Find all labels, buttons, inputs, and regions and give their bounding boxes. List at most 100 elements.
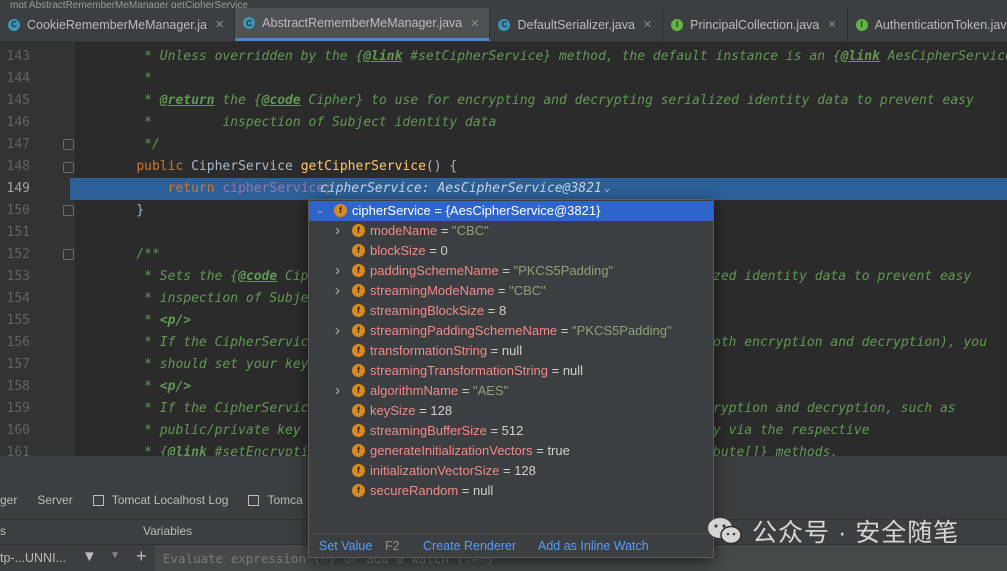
filter-icon[interactable]: ▼ (82, 548, 97, 565)
line-number: 153 (6, 269, 30, 284)
popup-field-row[interactable]: f transformationString = null (309, 341, 713, 361)
field-icon: f (352, 464, 365, 477)
variables-title: Variables (143, 524, 193, 538)
field-value: "PKCS5Padding" (513, 263, 614, 278)
code-text: * Unless overridden by the {@link #setCi… (105, 49, 1007, 64)
line-number: 156 (6, 335, 30, 350)
line-number: 160 (6, 423, 30, 438)
debugger-tabs: ger Server Tomcat Localhost Log Tomca (0, 486, 313, 514)
close-icon[interactable]: ✕ (643, 18, 652, 31)
add-watch-icon[interactable]: + (136, 546, 147, 567)
field-value: "CBC" (452, 223, 489, 238)
code-line[interactable]: 146 * inspection of Subject identity dat… (0, 112, 1007, 134)
field-name: generateInitializationVectors (370, 443, 533, 458)
code-text: /** (105, 247, 160, 262)
fold-marker-icon[interactable] (63, 205, 74, 216)
code-text: * public/private key pair (105, 423, 340, 438)
close-icon[interactable]: ✕ (215, 18, 224, 31)
code-line[interactable]: 149 return cipherService; cipherService: … (0, 178, 1007, 200)
log-icon (92, 494, 104, 506)
popup-field-row[interactable]: f blockSize = 0 (309, 241, 713, 261)
popup-field-row[interactable]: › f paddingSchemeName = "PKCS5Padding" (309, 261, 713, 281)
chevron-down-icon[interactable]: ⌄ (316, 201, 324, 221)
code-text: } (105, 203, 145, 218)
field-icon: f (352, 264, 365, 277)
field-icon: f (334, 204, 347, 217)
line-number: 161 (6, 445, 30, 456)
field-name: streamingBlockSize (370, 303, 485, 318)
tab-authentication-token[interactable]: I AuthenticationToken.java ✕ (848, 8, 1007, 41)
add-inline-watch-link[interactable]: Add as Inline Watch (538, 539, 649, 553)
popup-field-row[interactable]: f streamingTransformationString = null (309, 361, 713, 381)
popup-field-row[interactable]: f streamingBlockSize = 8 (309, 301, 713, 321)
tab-tomcat-localhost-log[interactable]: Tomcat Localhost Log (83, 493, 239, 507)
code-text-fragment: bute[]} methods. (713, 445, 839, 456)
popup-field-row[interactable]: f secureRandom = null (309, 481, 713, 501)
interface-icon: I (855, 18, 868, 31)
create-renderer-link[interactable]: Create Renderer (423, 539, 516, 553)
popup-field-row[interactable]: f generateInitializationVectors = true (309, 441, 713, 461)
popup-field-row[interactable]: › f modeName = "CBC" (309, 221, 713, 241)
watermark: 公众号 · 安全随笔 (706, 514, 959, 548)
tab-debugger[interactable]: ger (0, 493, 27, 507)
chevron-right-icon[interactable]: › (335, 321, 340, 341)
line-number: 145 (6, 93, 30, 108)
line-number: 150 (6, 203, 30, 218)
code-text: * (105, 71, 152, 86)
code-line[interactable]: 143 * Unless overridden by the {@link #s… (0, 46, 1007, 68)
code-text: * {@link #setEncryptionCi (105, 445, 340, 456)
code-line[interactable]: 145 * @return the {@code Cipher} to use … (0, 90, 1007, 112)
line-number: 147 (6, 137, 30, 152)
chevron-right-icon[interactable]: › (335, 221, 340, 241)
wechat-icon (708, 518, 742, 545)
line-number: 159 (6, 401, 30, 416)
popup-field-row[interactable]: › f algorithmName = "AES" (309, 381, 713, 401)
popup-field-row[interactable]: f initializationVectorSize = 128 (309, 461, 713, 481)
code-text-fragment: zed identity data to prevent easy (713, 269, 972, 284)
field-name: keySize (370, 403, 416, 418)
popup-field-row[interactable]: › f streamingModeName = "CBC" (309, 281, 713, 301)
tab-default-serializer[interactable]: C DefaultSerializer.java ✕ (490, 8, 664, 41)
fold-marker-icon[interactable] (63, 162, 74, 173)
code-line[interactable]: 148 public CipherService getCipherServic… (0, 156, 1007, 178)
chevron-right-icon[interactable]: › (335, 261, 340, 281)
field-value: "CBC" (509, 283, 546, 298)
code-line[interactable]: 147 */ (0, 134, 1007, 156)
tab-cookie-remember-me-manager[interactable]: C CookieRememberMeManager.ja ✕ (0, 8, 236, 41)
thread-selector[interactable]: tp-...UNNI... (0, 551, 66, 565)
code-text: * @return the {@code Cipher} to use for … (105, 93, 974, 108)
field-value: "PKCS5Padding" (571, 323, 672, 338)
chevron-right-icon[interactable]: › (335, 281, 340, 301)
field-name: modeName (370, 223, 438, 238)
field-value: null (472, 483, 494, 498)
field-icon: f (352, 404, 365, 417)
close-icon[interactable]: ✕ (470, 17, 479, 30)
popup-field-row[interactable]: f keySize = 128 (309, 401, 713, 421)
tab-server[interactable]: Server (27, 493, 82, 507)
field-name: transformationString (370, 343, 488, 358)
fold-marker-icon[interactable] (63, 139, 74, 150)
code-text: public CipherService getCipherService() … (136, 159, 458, 174)
chevron-down-icon[interactable]: ▼ (110, 550, 120, 561)
field-value: "AES" (472, 383, 509, 398)
popup-root-row[interactable]: ⌄ f cipherService = {AesCipherService@38… (309, 201, 713, 221)
field-icon: f (352, 364, 365, 377)
field-icon: f (352, 324, 365, 337)
set-value-link[interactable]: Set Value (319, 539, 372, 553)
inline-debug-value[interactable]: cipherService: AesCipherService@3821 (320, 178, 602, 200)
code-line[interactable]: 144 * (0, 68, 1007, 90)
tab-principal-collection[interactable]: I PrincipalCollection.java ✕ (663, 8, 848, 41)
popup-field-row[interactable]: › f streamingPaddingSchemeName = "PKCS5Pad… (309, 321, 713, 341)
fold-marker-icon[interactable] (63, 249, 74, 260)
tab-tomcat-catalina-log[interactable]: Tomca (238, 493, 312, 507)
chevron-right-icon[interactable]: › (335, 381, 340, 401)
chevron-down-icon[interactable]: ⌄ (604, 178, 610, 200)
close-icon[interactable]: ✕ (827, 18, 836, 31)
variable-inspection-popup: ⌄ f cipherService = {AesCipherService@38… (308, 199, 714, 558)
field-name: paddingSchemeName (370, 263, 499, 278)
tab-abstract-remember-me-manager[interactable]: C AbstractRememberMeManager.java ✕ (235, 8, 491, 41)
field-name: streamingTransformationString (370, 363, 548, 378)
field-name: algorithmName (370, 383, 459, 398)
breadcrumb: mgt AbstractRememberMeManager getCipherS… (0, 0, 1007, 8)
popup-field-row[interactable]: f streamingBufferSize = 512 (309, 421, 713, 441)
